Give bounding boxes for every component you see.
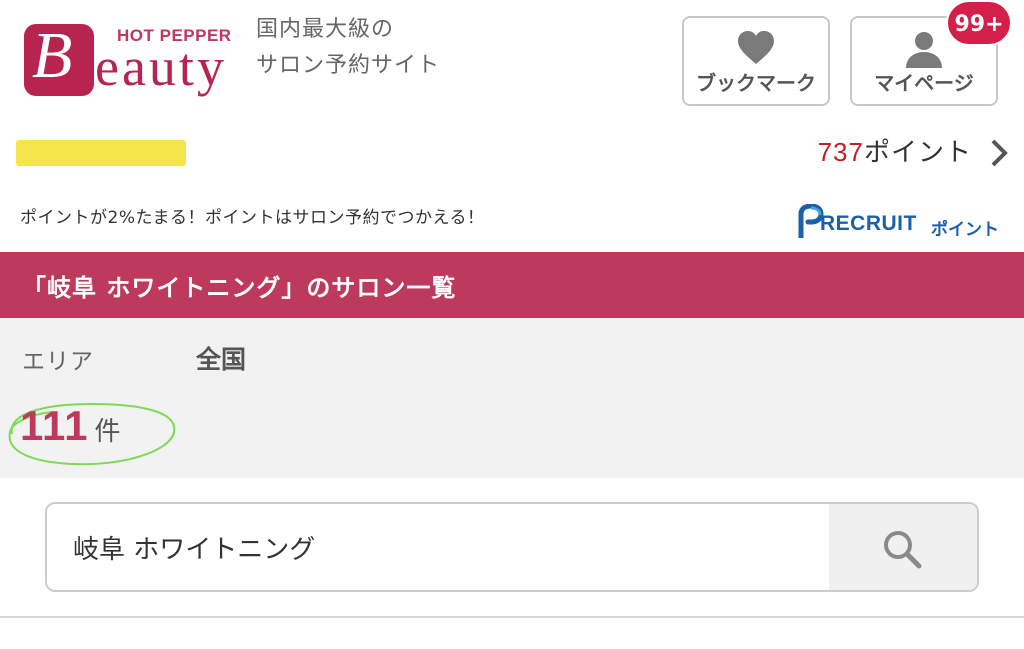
mypage-label: マイページ (874, 71, 974, 95)
page-title: 「岐阜 ホワイトニング」のサロン一覧 (22, 274, 457, 302)
search-input[interactable] (47, 504, 831, 590)
area-label: エリア (22, 349, 94, 375)
chevron-right-icon[interactable] (988, 138, 1010, 168)
search-button[interactable] (829, 504, 977, 590)
hotpepper-beauty-logo[interactable]: B HOT PEPPER eauty (22, 18, 248, 98)
site-header: B HOT PEPPER eauty 国内最大級の サロン予約サイト ブックマー… (0, 0, 1024, 122)
notification-badge: 99+ (946, 0, 1012, 46)
recruit-logo: RECRUIT ポイント (798, 204, 1008, 240)
result-count-number: 111 (20, 402, 89, 449)
site-tagline: 国内最大級の サロン予約サイト (256, 17, 441, 78)
user-points-row: 737ポイント (0, 126, 1024, 182)
area-panel: エリア 全国 111 件 (0, 318, 1024, 478)
section-divider (0, 616, 1024, 618)
heart-icon (738, 31, 774, 64)
logo-beauty-text: eauty (95, 37, 227, 97)
result-count-unit: 件 (94, 417, 121, 447)
result-count: 111 件 (20, 402, 120, 450)
user-name-redacted (16, 140, 186, 166)
points-link[interactable]: 737ポイント (818, 132, 972, 169)
points-notice: ポイントが2%たまる！ポイントはサロン予約でつかえる！ (20, 208, 485, 228)
bookmark-button[interactable]: ブックマーク (682, 16, 830, 106)
points-unit: ポイント (863, 138, 972, 168)
logo-mark: B (24, 19, 94, 96)
points-value: 737 (817, 137, 864, 167)
search-icon (884, 531, 922, 569)
search-box (45, 502, 979, 592)
person-icon (906, 32, 942, 68)
recruit-word: RECRUIT (820, 212, 917, 235)
area-value: 全国 (196, 345, 247, 374)
bookmark-label: ブックマーク (696, 71, 816, 95)
results-title-bar: 「岐阜 ホワイトニング」のサロン一覧 (0, 252, 1024, 318)
recruit-point: ポイント (931, 220, 999, 240)
